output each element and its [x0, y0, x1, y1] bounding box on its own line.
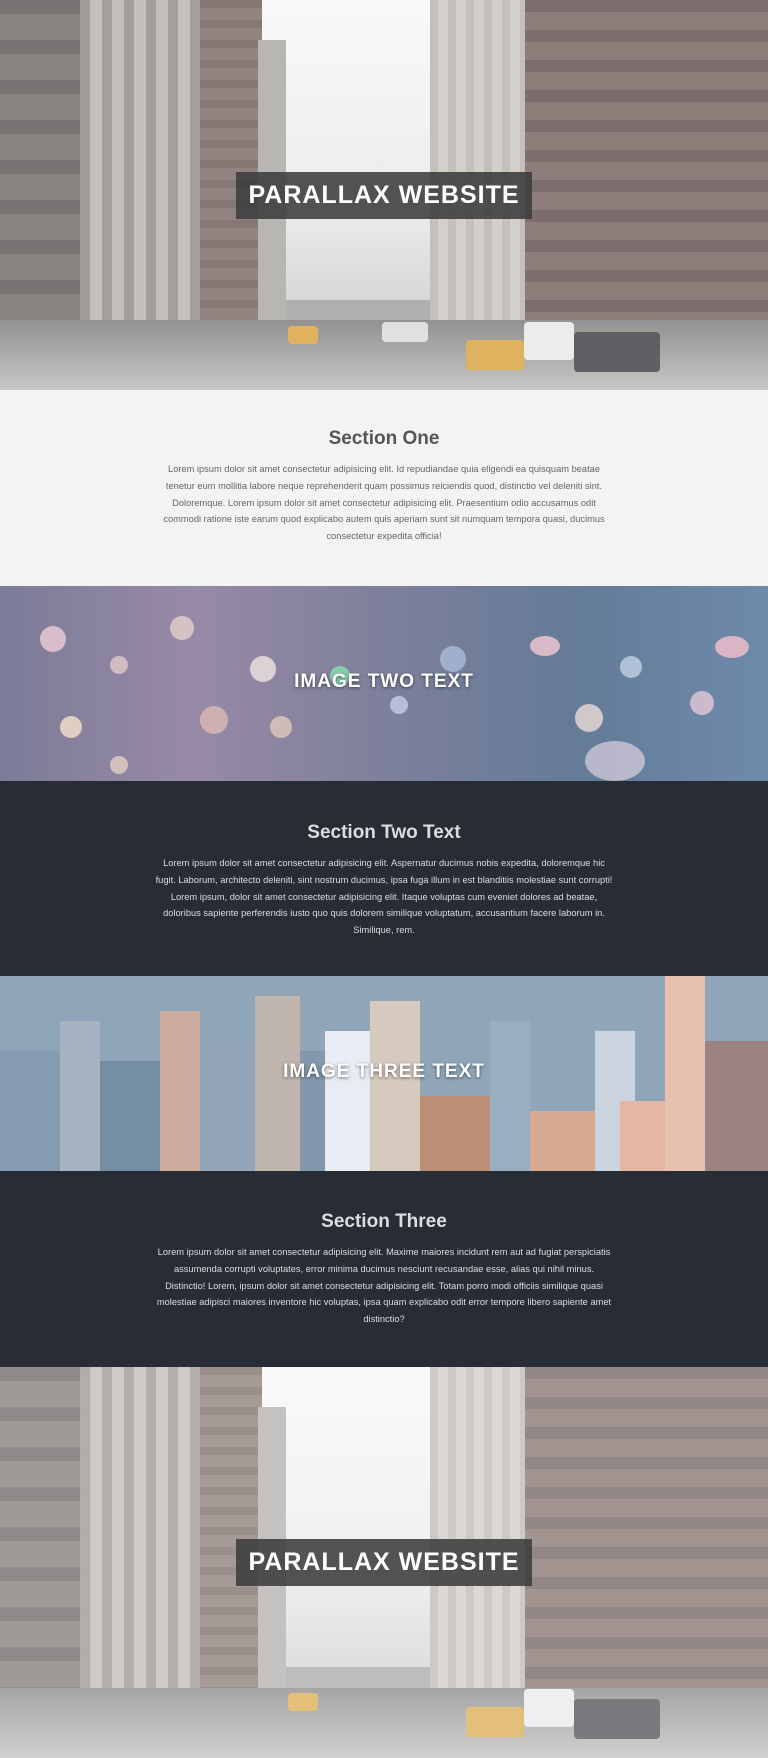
image-two: IMAGE TWO TEXT: [0, 586, 768, 781]
section-one: Section One Lorem ipsum dolor sit amet c…: [0, 390, 768, 586]
section-three-text: Lorem ipsum dolor sit amet consectetur a…: [156, 1247, 612, 1325]
hero-title: PARALLAX WEBSITE: [236, 172, 532, 219]
image-three-text: IMAGE THREE TEXT: [283, 1061, 485, 1082]
section-one-heading: Section One: [328, 428, 440, 449]
image-three: IMAGE THREE TEXT: [0, 976, 768, 1171]
hero-title-wrapper: PARALLAX WEBSITE: [0, 172, 768, 219]
section-one-text: Lorem ipsum dolor sit amet consectetur a…: [163, 464, 605, 542]
section-two-heading: Section Two Text: [307, 822, 461, 843]
hero-bottom-image: PARALLAX WEBSITE: [0, 1367, 768, 1758]
hero-bottom-title-wrapper: PARALLAX WEBSITE: [0, 1539, 768, 1586]
section-three: Section Three Lorem ipsum dolor sit amet…: [0, 1171, 768, 1367]
hero-bottom-title: PARALLAX WEBSITE: [236, 1539, 532, 1586]
section-three-heading: Section Three: [321, 1211, 447, 1232]
section-two: Section Two Text Lorem ipsum dolor sit a…: [0, 781, 768, 976]
section-two-text: Lorem ipsum dolor sit amet consectetur a…: [155, 858, 613, 936]
hero-top-image: PARALLAX WEBSITE: [0, 0, 768, 390]
image-two-text: IMAGE TWO TEXT: [294, 671, 474, 692]
